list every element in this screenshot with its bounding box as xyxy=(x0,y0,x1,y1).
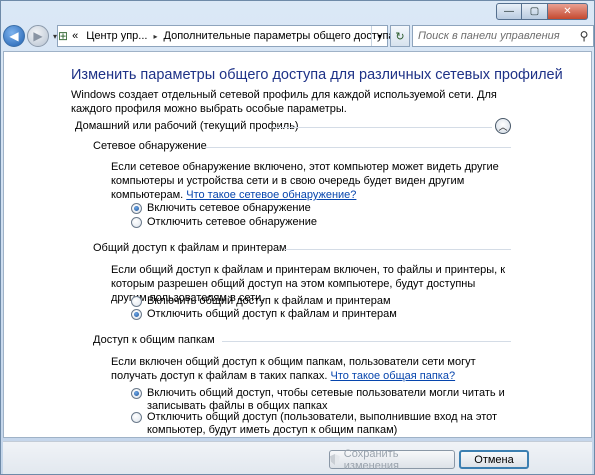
profile-group-header[interactable]: Домашний или рабочий (текущий профиль) xyxy=(75,120,299,132)
radio-button[interactable] xyxy=(131,203,142,214)
option-label: Включить сетевое обнаружение xyxy=(147,202,311,214)
close-button[interactable]: ✕ xyxy=(548,3,588,20)
radio-disable-file-printer-sharing[interactable]: Отключить общий доступ к файлам и принте… xyxy=(131,308,527,321)
cancel-button[interactable]: Отмена xyxy=(459,450,529,469)
breadcrumb-current[interactable]: Дополнительные параметры общего доступа xyxy=(160,30,399,42)
radio-disable-public-folder-sharing[interactable]: Отключить общий доступ (пользователи, вы… xyxy=(131,411,527,437)
back-button[interactable]: ◀ xyxy=(3,25,25,47)
forward-button[interactable]: ▶ xyxy=(27,25,49,47)
refresh-button[interactable]: ↻ xyxy=(390,25,410,47)
radio-button[interactable] xyxy=(131,309,142,320)
network-discovery-help-link[interactable]: Что такое сетевое обнаружение? xyxy=(186,189,356,201)
section-title-network-discovery: Сетевое обнаружение xyxy=(93,140,207,152)
collapse-chevron-up-icon[interactable]: ︿ xyxy=(495,118,511,134)
search-icon[interactable]: ⚲ xyxy=(575,29,593,43)
radio-disable-network-discovery[interactable]: Отключить сетевое обнаружение xyxy=(131,216,527,229)
action-bar: Сохранить изменения Отмена xyxy=(3,441,592,474)
radio-enable-network-discovery[interactable]: Включить сетевое обнаружение xyxy=(131,202,527,215)
radio-button[interactable] xyxy=(131,296,142,307)
radio-button[interactable] xyxy=(131,388,142,399)
section-title-file-printer-sharing: Общий доступ к файлам и принтерам xyxy=(93,242,287,254)
option-label: Отключить общий доступ (пользователи, вы… xyxy=(147,411,498,436)
navigation-bar: ◀ ▶ ▾ ⊞ « Центр упр... ▸ Дополнительные … xyxy=(3,23,594,49)
search-box[interactable]: ⚲ xyxy=(412,25,594,47)
maximize-button[interactable]: ▢ xyxy=(522,3,548,20)
network-discovery-description: Если сетевое обнаружение включено, этот … xyxy=(111,161,499,201)
breadcrumb-control-panel[interactable]: Центр упр... xyxy=(82,30,151,42)
public-folders-description: Если включен общий доступ к общим папкам… xyxy=(111,356,476,382)
radio-enable-public-folder-sharing[interactable]: Включить общий доступ, чтобы сетевые пол… xyxy=(131,387,527,413)
breadcrumb-separator-icon[interactable]: ▸ xyxy=(151,32,159,41)
option-label: Отключить общий доступ к файлам и принте… xyxy=(147,308,397,320)
option-label: Включить общий доступ, чтобы сетевые пол… xyxy=(147,387,505,412)
control-panel-window: — ▢ ✕ ◀ ▶ ▾ ⊞ « Центр упр... ▸ Дополните… xyxy=(0,0,595,475)
save-changes-button[interactable]: Сохранить изменения xyxy=(329,448,455,472)
divider xyxy=(205,147,511,148)
uac-shield-icon xyxy=(330,454,340,465)
option-label: Отключить сетевое обнаружение xyxy=(147,216,317,228)
divider xyxy=(222,341,511,342)
divider xyxy=(272,127,492,128)
radio-button[interactable] xyxy=(131,217,142,228)
main-content: Изменить параметры общего доступа для ра… xyxy=(3,51,592,438)
radio-enable-file-printer-sharing[interactable]: Включить общий доступ к файлам и принтер… xyxy=(131,295,527,308)
address-bar[interactable]: ⊞ « Центр упр... ▸ Дополнительные параме… xyxy=(57,25,395,47)
page-title: Изменить параметры общего доступа для ра… xyxy=(71,67,563,83)
divider xyxy=(284,249,511,250)
minimize-button[interactable]: — xyxy=(496,3,522,20)
address-overflow[interactable]: « xyxy=(68,30,82,42)
window-caption-buttons: — ▢ ✕ xyxy=(496,3,588,20)
section-title-public-folders: Доступ к общим папкам xyxy=(93,334,215,346)
page-description: Windows создает отдельный сетевой профил… xyxy=(71,89,497,115)
public-folders-help-link[interactable]: Что такое общая папка? xyxy=(331,370,456,382)
refresh-icon: ↻ xyxy=(395,30,405,43)
address-dropdown[interactable]: ▾ xyxy=(371,26,387,46)
option-label: Включить общий доступ к файлам и принтер… xyxy=(147,295,391,307)
search-input[interactable] xyxy=(413,30,575,42)
radio-button[interactable] xyxy=(131,412,142,423)
control-panel-icon: ⊞ xyxy=(58,29,69,43)
